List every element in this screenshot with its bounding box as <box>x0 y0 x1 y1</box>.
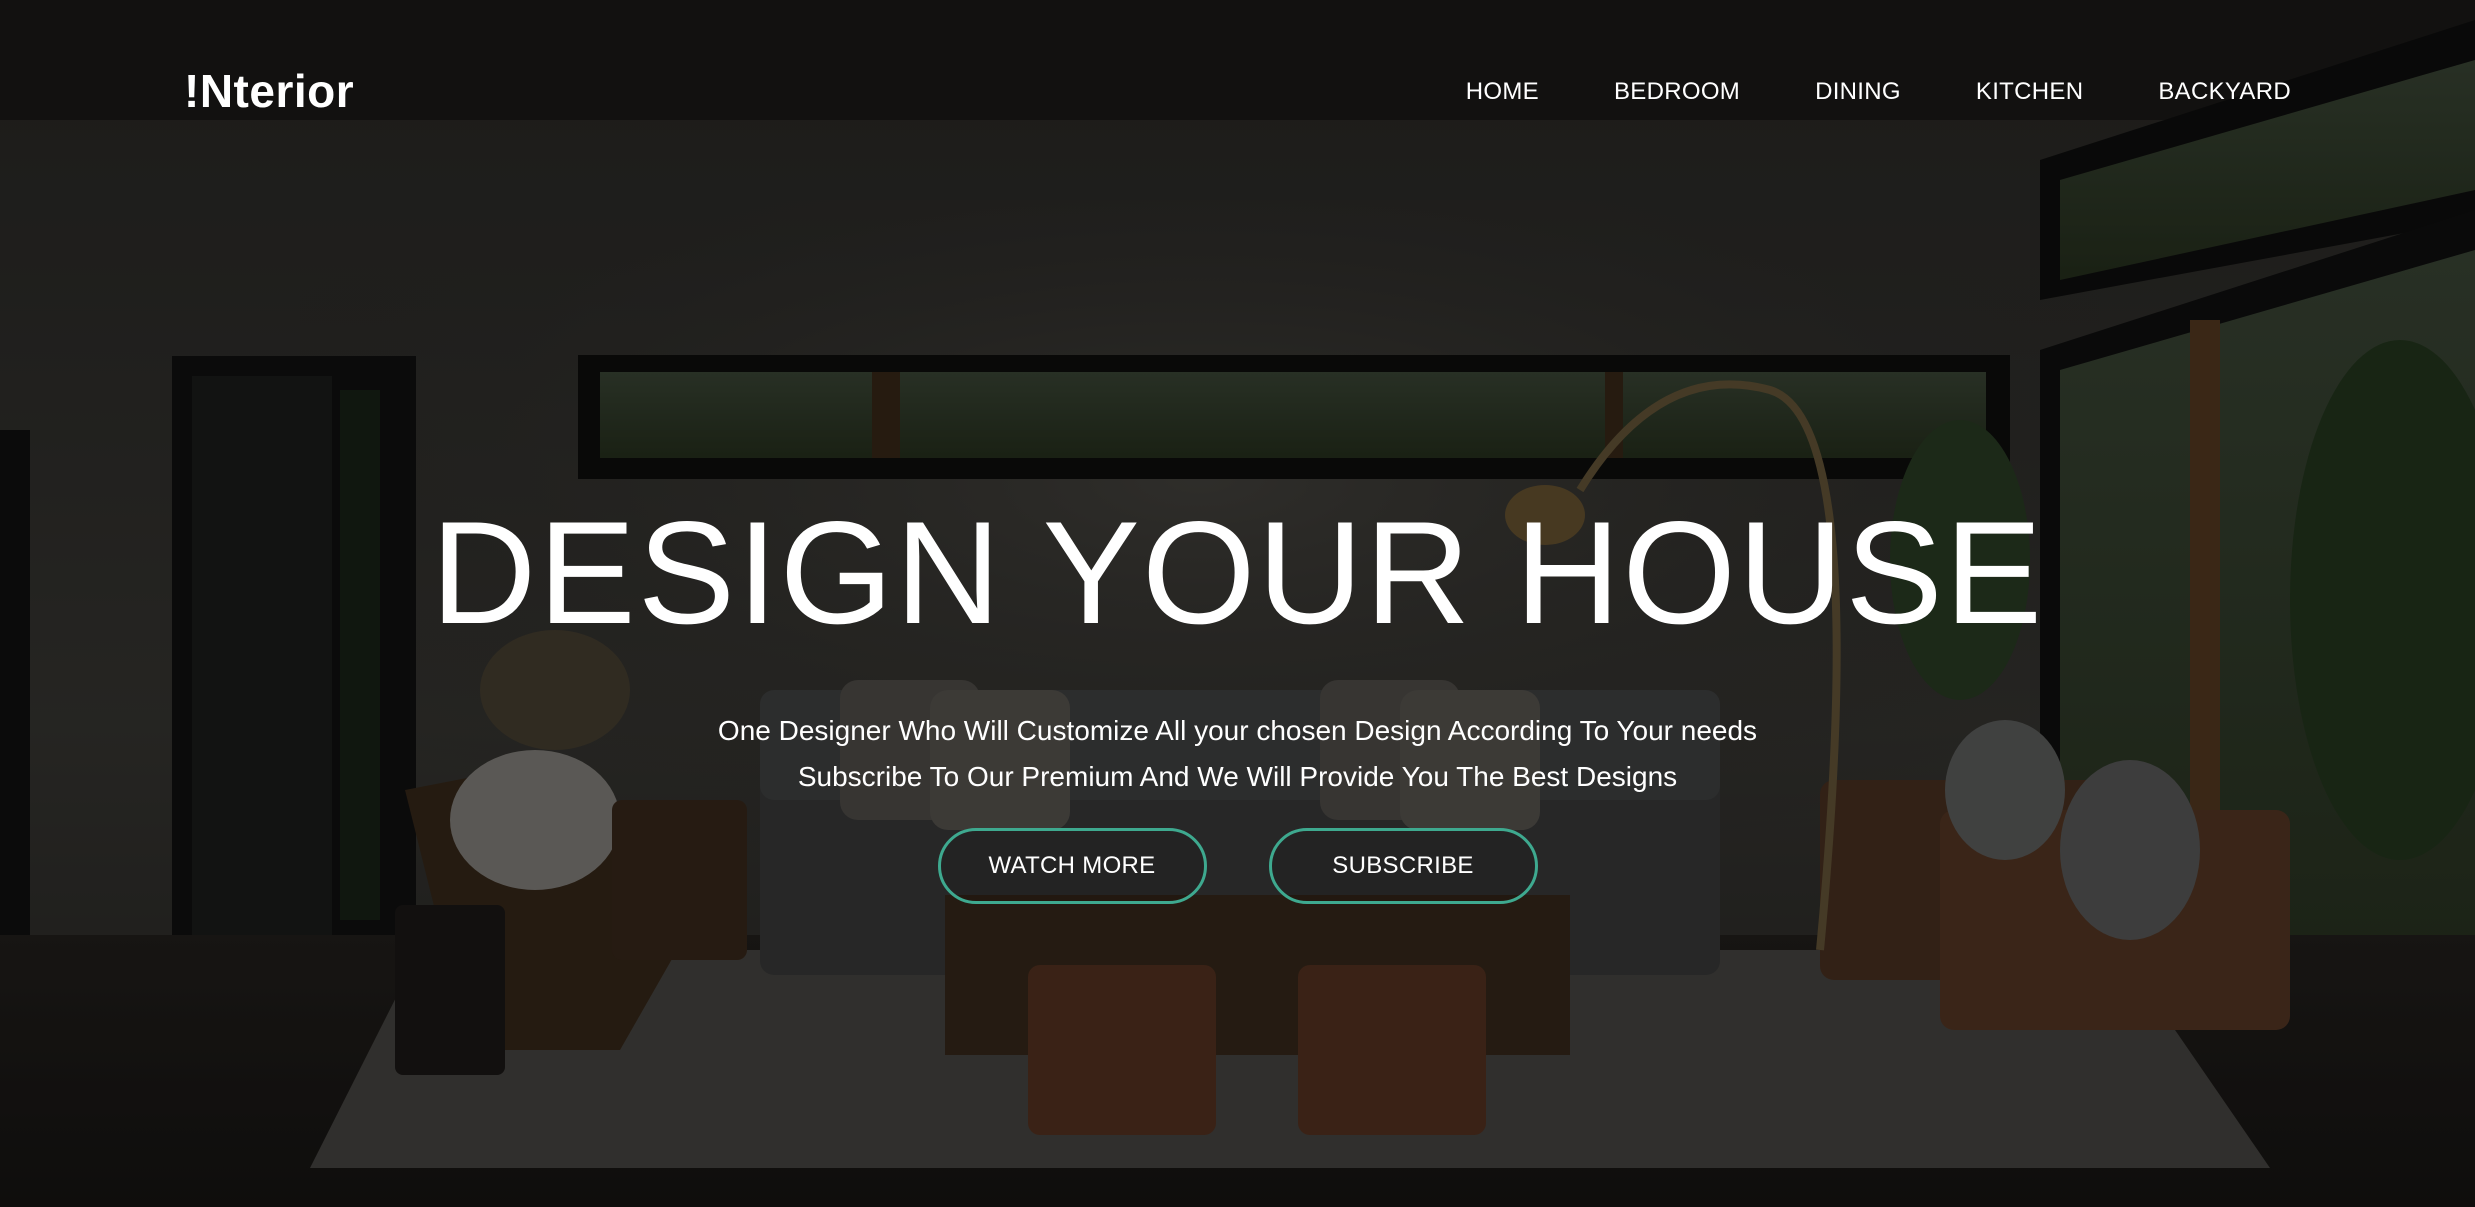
nav-link-bedroom[interactable]: BEDROOM <box>1614 78 1740 105</box>
brand-logo[interactable]: !Nterior <box>184 64 354 118</box>
nav-link-backyard[interactable]: BACKYARD <box>2158 78 2291 105</box>
nav-link-kitchen[interactable]: KITCHEN <box>1976 78 2083 105</box>
hero-title: DESIGN YOUR HOUSE <box>430 491 2045 654</box>
main-nav: HOME BEDROOM DINING KITCHEN BACKYARD <box>1391 78 2291 106</box>
nav-link-home[interactable]: HOME <box>1466 78 1539 105</box>
subscribe-button[interactable]: SUBSCRIBE <box>1268 828 1538 904</box>
nav-item-home: HOME <box>1466 78 1539 106</box>
nav-item-dining: DINING <box>1815 78 1901 106</box>
nav-link-dining[interactable]: DINING <box>1815 78 1901 105</box>
nav-item-kitchen: KITCHEN <box>1976 78 2083 106</box>
hero-subtitle-line-2: Subscribe To Our Premium And We Will Pro… <box>797 761 1678 792</box>
nav-item-bedroom: BEDROOM <box>1614 78 1740 106</box>
watch-more-button[interactable]: WATCH MORE <box>937 828 1207 904</box>
hero-buttons: WATCH MORE SUBSCRIBE <box>0 828 2475 904</box>
hero-section: !Nterior HOME BEDROOM DINING KITCHEN BAC… <box>0 0 2475 1207</box>
nav-item-backyard: BACKYARD <box>2158 78 2291 106</box>
hero-subtitle-line-1: One Designer Who Will Customize All your… <box>717 715 1758 746</box>
hero-content: DESIGN YOUR HOUSE One Designer Who Will … <box>0 500 2475 904</box>
